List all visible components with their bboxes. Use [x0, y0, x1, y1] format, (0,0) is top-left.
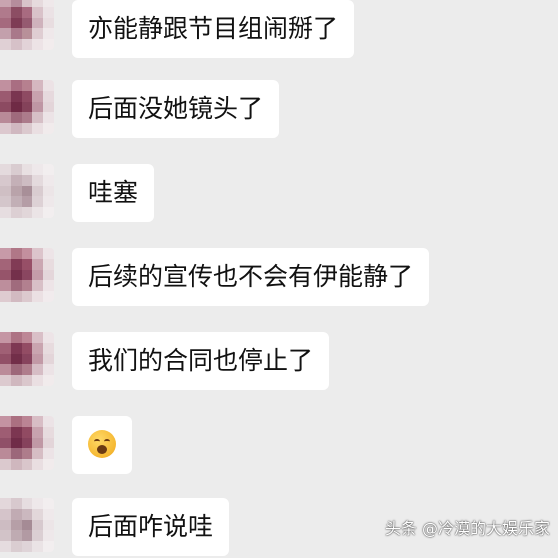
blurred-avatar[interactable] [0, 0, 54, 50]
message-row: 后续的宣传也不会有伊能静了 [0, 248, 558, 308]
blurred-avatar[interactable] [0, 332, 54, 386]
watermark-label: 头条 @冷漠的大娱乐家 [384, 519, 550, 538]
message-bubble: 我们的合同也停止了 [72, 332, 330, 390]
blurred-avatar[interactable] [0, 416, 54, 470]
message-bubble: 后续的宣传也不会有伊能静了 [72, 248, 430, 306]
message-bubble: 哇塞 [72, 164, 155, 222]
message-row: 哇塞 [0, 164, 558, 224]
shocked-face-emoji-icon [88, 430, 116, 458]
blurred-avatar[interactable] [0, 498, 54, 552]
chat-window: 亦能静跟节目组闹掰了 后面没她镜头了 哇塞 后续的宣传也不会有伊能静了 我们的合… [0, 0, 558, 556]
message-row: 亦能静跟节目组闹掰了 [0, 0, 558, 58]
message-row: 我们的合同也停止了 [0, 332, 558, 392]
message-bubble: 后面咋说哇 [72, 498, 230, 556]
message-bubble-emoji [72, 416, 132, 474]
message-row [0, 416, 558, 476]
message-bubble: 亦能静跟节目组闹掰了 [72, 0, 355, 58]
message-bubble: 后面没她镜头了 [72, 80, 280, 138]
message-row: 后面没她镜头了 [0, 80, 558, 140]
blurred-avatar[interactable] [0, 248, 54, 302]
blurred-avatar[interactable] [0, 164, 54, 218]
blurred-avatar[interactable] [0, 80, 54, 134]
